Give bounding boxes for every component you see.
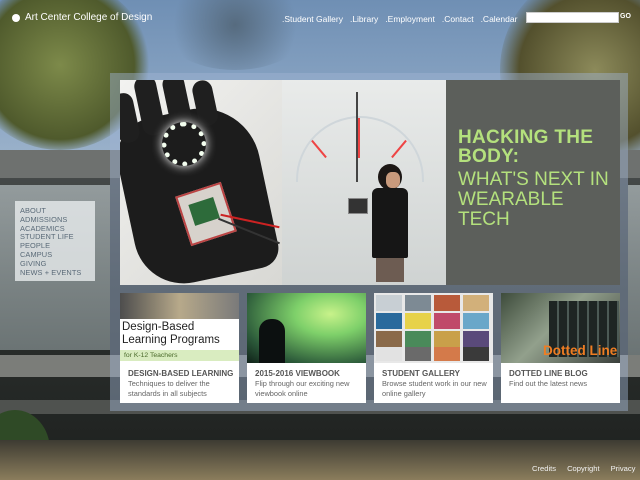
card-thumbnail: Design-Based Learning Programs for K-12 … — [120, 293, 239, 363]
logo-dot-icon — [12, 13, 20, 22]
card-description: Find out the latest news — [509, 379, 588, 388]
logo-text[interactable]: Art Center College of Design — [25, 12, 152, 23]
hero-feature[interactable]: HACKING THE BODY: WHAT'S NEXT IN WEARABL… — [120, 80, 620, 285]
footer-credits[interactable]: Credits — [532, 464, 556, 473]
card-dotted-line-blog[interactable]: Dotted Line DOTTED LINE BLOG Find out th… — [501, 293, 620, 403]
menu-item-news-events[interactable]: NEWS + EVENTS — [20, 268, 95, 278]
laptop-icon — [348, 198, 368, 214]
card-thumbnail — [374, 293, 493, 363]
card-student-gallery[interactable]: STUDENT GALLERY Browse student work in o… — [374, 293, 493, 403]
hero-headline[interactable]: HACKING THE BODY: — [458, 128, 618, 166]
thumb-subheading: for K-12 Teachers — [120, 350, 239, 361]
card-viewbook[interactable]: 2015-2016 VIEWBOOK Flip through our exci… — [247, 293, 366, 403]
card-title[interactable]: DOTTED LINE BLOG — [509, 369, 588, 378]
hero-umbrella-photo — [282, 80, 446, 285]
person-silhouette-icon — [259, 319, 285, 363]
search-input[interactable] — [526, 12, 619, 23]
nav-calendar[interactable]: .Calendar — [481, 14, 518, 24]
top-navigation: .Student Gallery .Library .Employment .C… — [282, 14, 517, 24]
card-design-based-learning[interactable]: Design-Based Learning Programs for K-12 … — [120, 293, 239, 403]
card-thumbnail: Dotted Line — [501, 293, 620, 363]
card-title[interactable]: STUDENT GALLERY — [382, 369, 460, 378]
hero-subhead[interactable]: WHAT'S NEXT IN WEARABLE TECH — [458, 170, 618, 230]
nav-employment[interactable]: .Employment — [385, 14, 435, 24]
nav-contact[interactable]: .Contact — [442, 14, 474, 24]
thumb-heading: Design-Based Learning Programs — [122, 321, 220, 346]
site-logo[interactable]: Art Center College of Design — [12, 12, 152, 23]
hero-text-block: HACKING THE BODY: WHAT'S NEXT IN WEARABL… — [446, 80, 620, 285]
card-description: Techniques to deliver the standards in a… — [128, 379, 210, 398]
nav-library[interactable]: .Library — [350, 14, 378, 24]
side-menu: ABOUT ADMISSIONS ACADEMICS STUDENT LIFE … — [15, 201, 95, 281]
footer-links: Credits Copyright Privacy — [532, 464, 635, 473]
thumb-label: Dotted Line — [543, 343, 618, 358]
card-title[interactable]: DESIGN-BASED LEARNING — [128, 369, 233, 378]
footer-copyright[interactable]: Copyright — [567, 464, 600, 473]
card-title[interactable]: 2015-2016 VIEWBOOK — [255, 369, 340, 378]
footer-privacy[interactable]: Privacy — [611, 464, 636, 473]
hero-glove-photo — [120, 80, 282, 285]
card-thumbnail — [247, 293, 366, 363]
go-button[interactable]: GO — [620, 13, 631, 20]
nav-student-gallery[interactable]: .Student Gallery — [282, 14, 343, 24]
card-description: Flip through our exciting new viewbook o… — [255, 379, 350, 398]
person-figure — [368, 164, 412, 282]
card-description: Browse student work in our new online ga… — [382, 379, 487, 398]
led-ring-icon — [162, 122, 206, 166]
